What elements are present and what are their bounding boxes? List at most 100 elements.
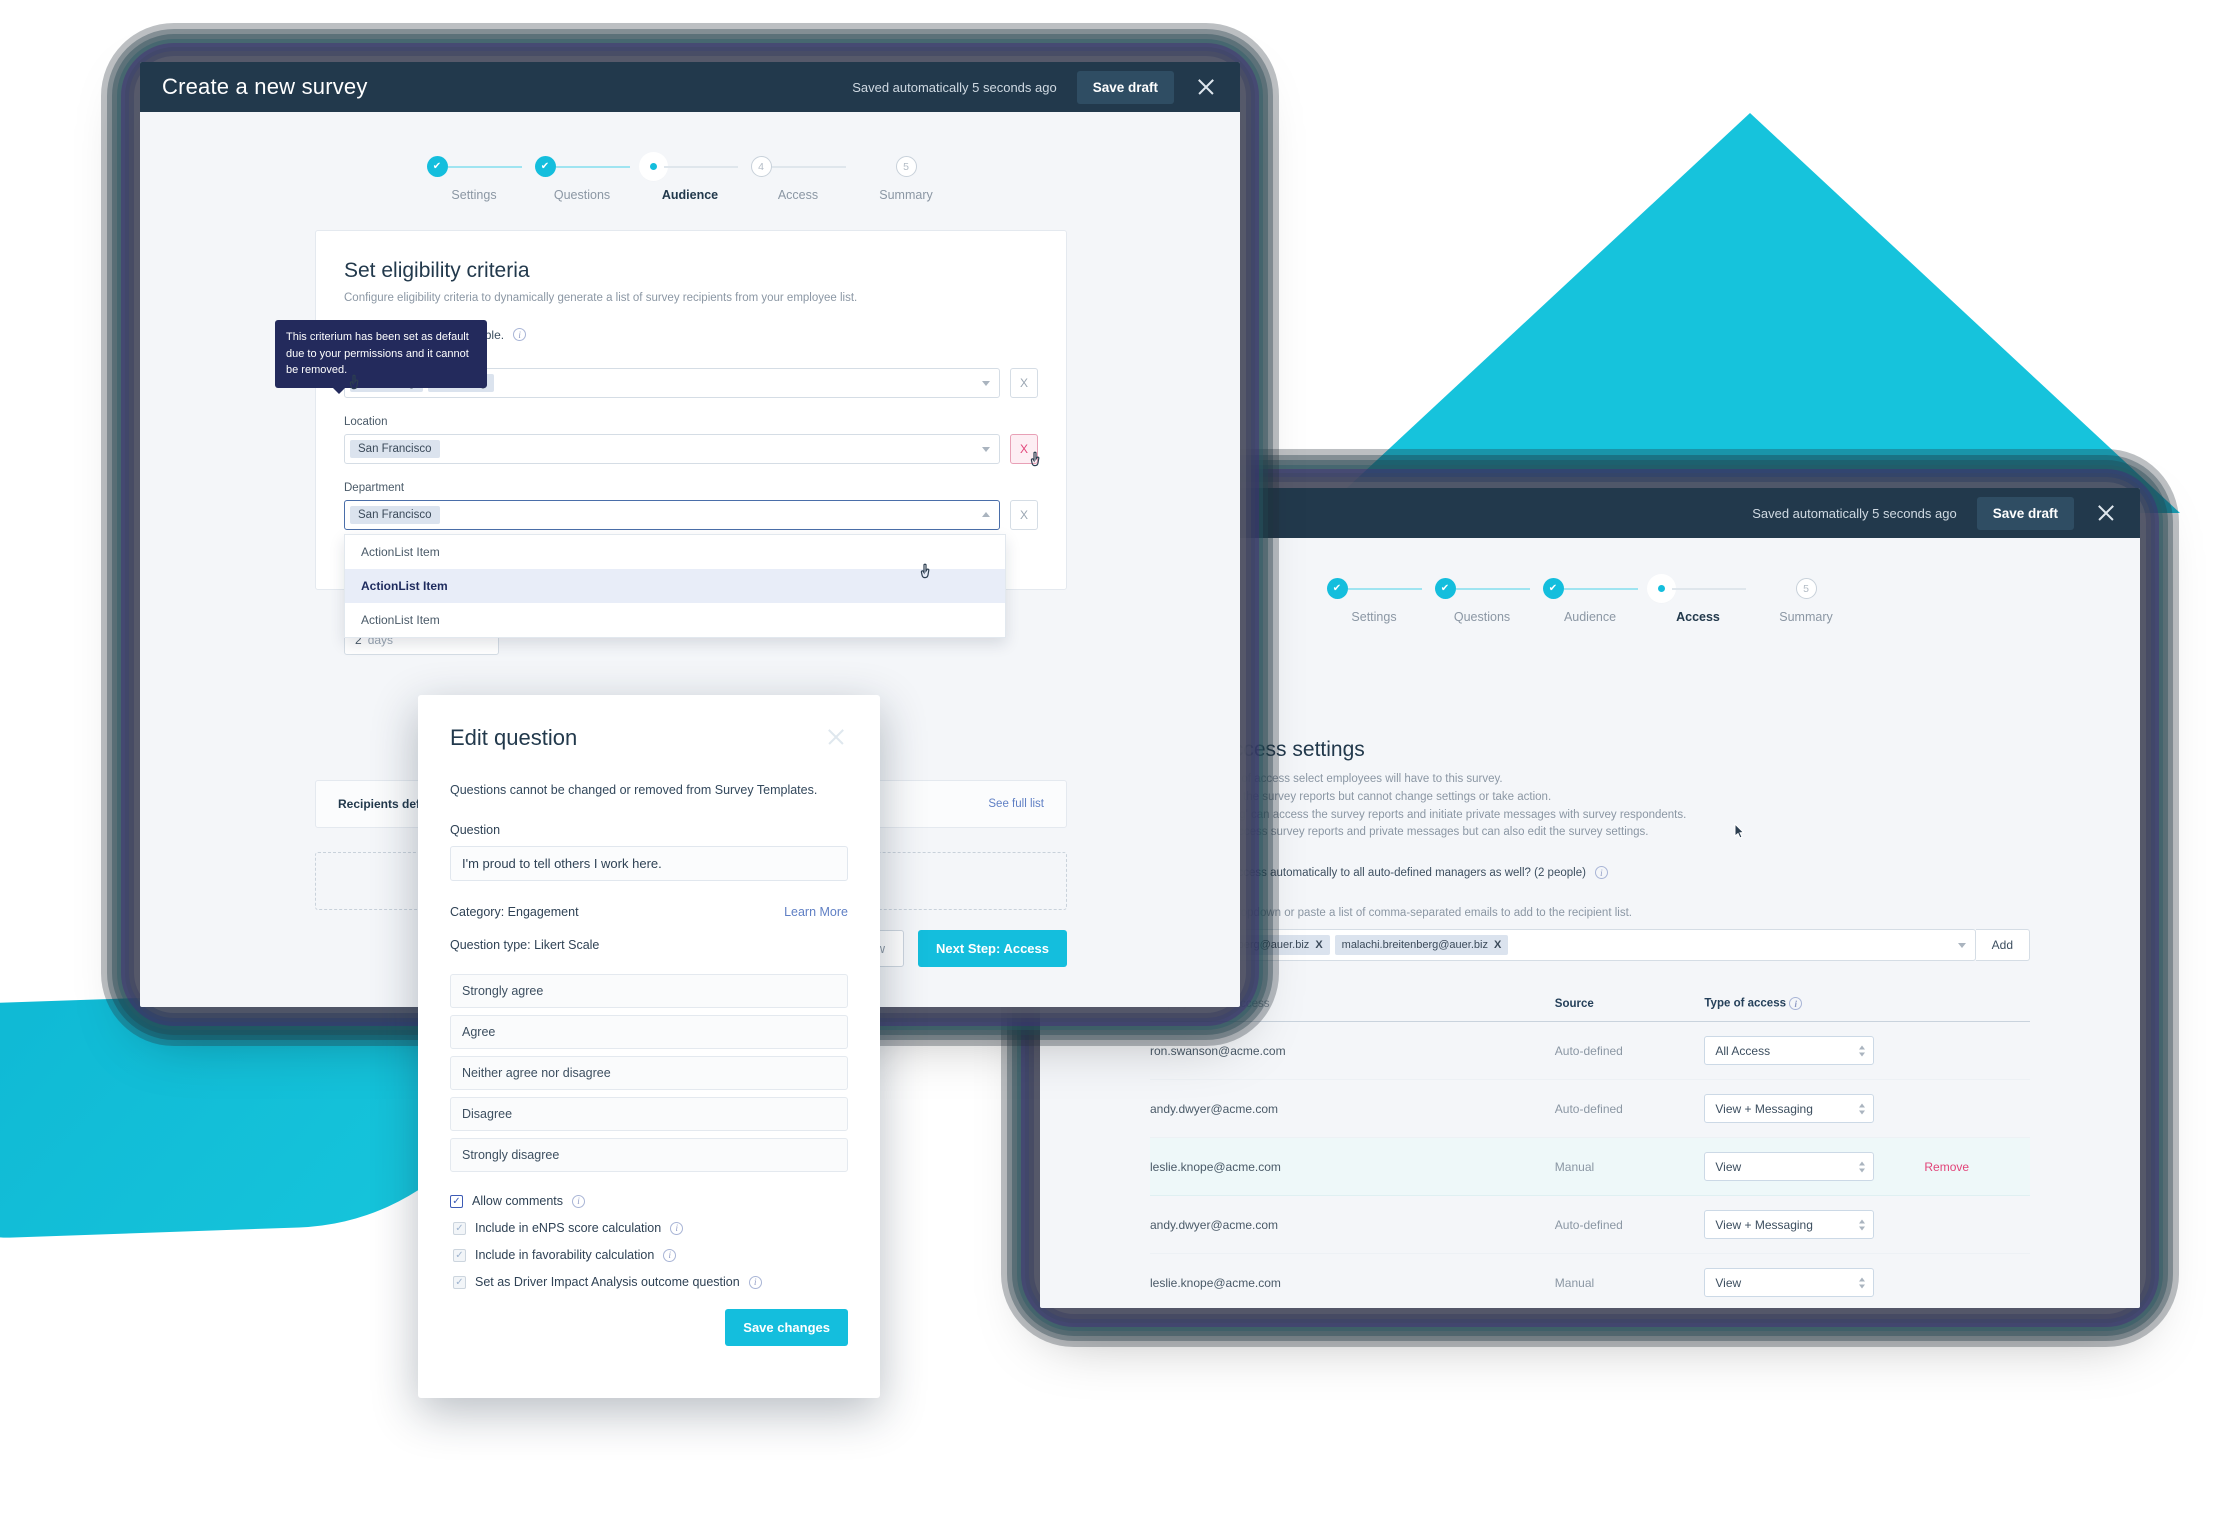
driver-impact-info-icon[interactable]: i (748, 1275, 762, 1289)
chevron-down-icon[interactable] (982, 380, 990, 386)
access-level-select[interactable]: View (1704, 1268, 1875, 1298)
edit-question-header: Edit question (450, 725, 848, 751)
dropdown-item-1[interactable]: ActionList Item (345, 535, 1005, 569)
stepper-arrows-icon[interactable] (1859, 1277, 1866, 1289)
row-source: Manual (1554, 1137, 1705, 1197)
access-desc-line-1: Decide what type of access select employ… (1150, 773, 1503, 785)
department-dropdown-menu[interactable]: ActionList Item ActionList Item ActionLi… (344, 533, 1006, 638)
criterion-2-token[interactable]: San Francisco (350, 439, 440, 458)
access-level-value: View (1715, 1275, 1742, 1290)
stepper-arrows-icon[interactable] (1859, 1161, 1866, 1173)
enps-checkbox[interactable]: ✓ (453, 1221, 466, 1235)
favorability-label: Include in favorability calculation (475, 1248, 655, 1262)
step-access-label: Access (1676, 610, 1720, 624)
favorability-info-icon[interactable]: i (663, 1248, 677, 1262)
step-audience-label: Audience (1563, 610, 1617, 624)
criterion-2-select[interactable]: San Francisco (344, 433, 1000, 464)
save-changes-button[interactable]: Save changes (725, 1309, 848, 1346)
criterion-3-select[interactable]: San Francisco (344, 499, 1000, 530)
audience-close-icon[interactable] (1194, 75, 1218, 99)
allow-comments-checkbox[interactable]: ✓ (450, 1194, 463, 1208)
access-level-select[interactable]: View + Messaging (1704, 1094, 1875, 1124)
access-level-select[interactable]: All Access (1704, 1036, 1875, 1066)
step-audience[interactable]: Audience (636, 156, 744, 202)
step-summary[interactable]: 5 Summary (852, 156, 960, 202)
learn-more-link[interactable]: Learn More (784, 905, 848, 919)
access-level-select[interactable]: View + Messaging (1704, 1210, 1875, 1240)
table-row[interactable]: ron.swanson@acme.com Auto-defined All Ac… (1150, 1021, 2030, 1081)
email-token-remove-icon[interactable]: X (1315, 939, 1322, 951)
remove-access-link[interactable]: Remove (1924, 1160, 1969, 1174)
see-full-list-link[interactable]: See full list (988, 798, 1044, 810)
favorability-row[interactable]: ✓ Include in favorability calculation i (450, 1248, 848, 1262)
access-level-select[interactable]: View (1704, 1152, 1875, 1182)
allow-comments-row[interactable]: ✓ Allow comments i (450, 1194, 848, 1208)
audience-save-draft-button[interactable]: Save draft (1076, 70, 1174, 104)
dropdown-item-3[interactable]: ActionList Item (345, 603, 1005, 637)
recipient-email-input-group[interactable]: malachi.breitenberg@auer.biz X malachi.b… (1150, 929, 2030, 962)
step-access-label: Access (777, 188, 819, 202)
row-access-cell[interactable]: View (1704, 1137, 1925, 1197)
table-row[interactable]: andy.dwyer@acme.com Auto-defined View + … (1150, 1195, 2030, 1255)
likert-option[interactable]: Strongly disagree (450, 1138, 848, 1172)
step-questions[interactable]: Questions (1428, 578, 1536, 624)
type-of-access-info-icon[interactable]: i (1789, 997, 1803, 1011)
row-source: Auto-defined (1554, 1021, 1705, 1081)
step-questions[interactable]: Questions (528, 156, 636, 202)
step-access-dot: 4 (750, 156, 772, 177)
likert-option[interactable]: Agree (450, 1015, 848, 1049)
step-audience-dot (642, 156, 664, 177)
table-row[interactable]: leslie.knope@acme.com Manual View Remove (1150, 1137, 2030, 1197)
managers-checkbox-row[interactable]: Give 'View' access automatically to all … (1150, 866, 2030, 880)
favorability-checkbox[interactable]: ✓ (453, 1248, 466, 1262)
chevron-up-icon[interactable] (982, 511, 990, 517)
criterion-row-2: Location San Francisco X (344, 416, 1038, 464)
question-toggles: ✓ Allow comments i ✓ Include in eNPS sco… (450, 1194, 848, 1289)
row-remove-cell[interactable]: Remove (1924, 1137, 2030, 1197)
question-input[interactable]: I'm proud to tell others I work here. (450, 846, 848, 881)
th-type-of-access: Type of access i (1704, 997, 1925, 1023)
row-access-cell[interactable]: View (1704, 1253, 1925, 1308)
likert-option[interactable]: Disagree (450, 1097, 848, 1131)
stepper-arrows-icon[interactable] (1859, 1219, 1866, 1231)
email-token[interactable]: malachi.breitenberg@auer.biz X (1334, 935, 1509, 956)
step-audience[interactable]: Audience (1536, 578, 1644, 624)
table-row[interactable]: leslie.knope@acme.com Manual View (1150, 1253, 2030, 1308)
criterion-3-token[interactable]: San Francisco (350, 505, 440, 524)
criterion-2-remove-button[interactable]: X (1010, 433, 1038, 464)
email-token-remove-icon[interactable]: X (1494, 939, 1501, 951)
chevron-down-icon[interactable] (982, 446, 990, 452)
step-access[interactable]: Access (1644, 578, 1752, 624)
enps-info-icon[interactable]: i (670, 1221, 684, 1235)
step-settings[interactable]: Settings (420, 156, 528, 202)
step-settings[interactable]: Settings (1320, 578, 1428, 624)
eligibility-subtitle: Configure eligibility criteria to dynami… (344, 292, 858, 304)
criterion-3-remove-button[interactable]: X (1010, 499, 1038, 530)
step-summary[interactable]: 5 Summary (1752, 578, 1860, 624)
access-close-icon[interactable] (2094, 501, 2118, 525)
row-access-cell[interactable]: View + Messaging (1704, 1079, 1925, 1139)
next-step-access-button[interactable]: Next Step: Access (918, 930, 1067, 967)
edit-question-close-icon[interactable] (824, 725, 848, 749)
managers-info-icon[interactable]: i (1594, 866, 1608, 880)
driver-impact-row[interactable]: ✓ Set as Driver Impact Analysis outcome … (450, 1275, 848, 1289)
row-access-cell[interactable]: All Access (1704, 1021, 1925, 1081)
enps-row[interactable]: ✓ Include in eNPS score calculation i (450, 1221, 848, 1235)
criterion-1-remove-button[interactable]: X (1010, 367, 1038, 398)
step-access[interactable]: 4 Access (744, 156, 852, 202)
dropdown-item-2[interactable]: ActionList Item (345, 568, 1005, 603)
row-email: leslie.knope@acme.com (1150, 1137, 1555, 1197)
send-to-everyone-info-icon[interactable]: i (513, 328, 527, 342)
stepper-arrows-icon[interactable] (1859, 1045, 1866, 1057)
table-row[interactable]: andy.dwyer@acme.com Auto-defined View + … (1150, 1079, 2030, 1139)
row-access-cell[interactable]: View + Messaging (1704, 1195, 1925, 1255)
chevron-down-icon[interactable] (1957, 943, 1966, 949)
allow-comments-info-icon[interactable]: i (572, 1194, 585, 1208)
likert-option[interactable]: Neither agree nor disagree (450, 1056, 848, 1090)
likert-option[interactable]: Strongly agree (450, 974, 848, 1008)
add-recipient-button[interactable]: Add (1975, 929, 2030, 962)
recipient-email-select[interactable]: malachi.breitenberg@auer.biz X malachi.b… (1150, 929, 1976, 962)
driver-impact-checkbox[interactable]: ✓ (453, 1275, 466, 1289)
access-save-draft-button[interactable]: Save draft (1976, 496, 2074, 530)
stepper-arrows-icon[interactable] (1859, 1103, 1866, 1115)
